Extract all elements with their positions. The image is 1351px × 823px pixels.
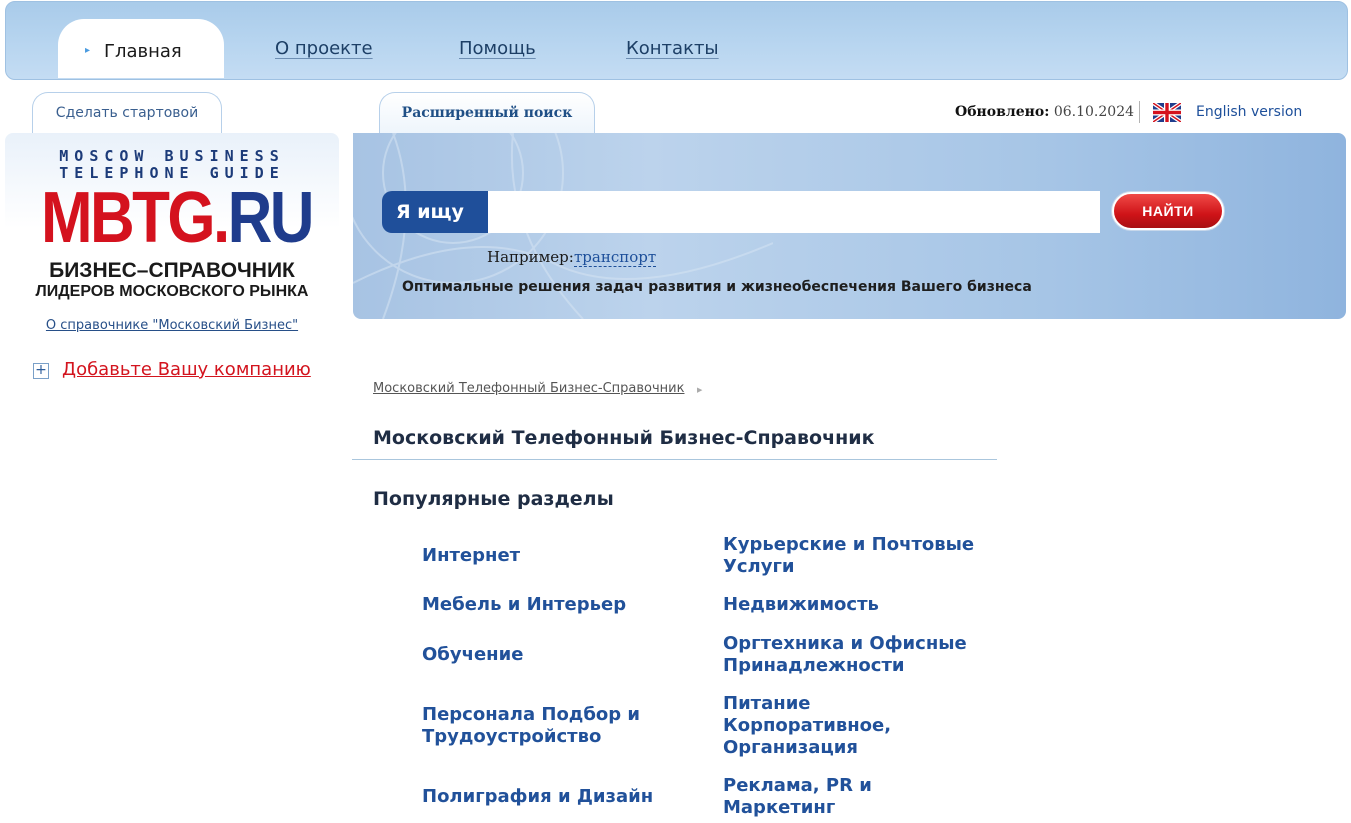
category-link[interactable]: Питание Корпоративное, Организация — [723, 693, 923, 759]
about-guide-link[interactable]: О справочнике "Московский Бизнес" — [0, 318, 344, 333]
logo-mbtg: MBTG. — [41, 178, 230, 258]
advanced-search-tab[interactable]: Расширенный поиск — [379, 92, 595, 133]
tab-contacts[interactable]: Контакты — [626, 38, 719, 59]
search-input[interactable] — [488, 191, 1100, 233]
updated-label: Обновлено: — [955, 104, 1050, 120]
bullet-icon: ▸ — [85, 45, 91, 56]
title-divider — [352, 459, 997, 460]
category-link[interactable]: Персонала Подбор и Трудоустройство — [422, 704, 682, 748]
tab-help[interactable]: Помощь — [459, 38, 536, 59]
plus-icon[interactable]: + — [33, 363, 49, 379]
example-link[interactable]: транспорт — [574, 248, 657, 267]
add-company-link[interactable]: Добавьте Вашу компанию — [62, 359, 311, 380]
logo-subtitle-2: ЛИДЕРОВ МОСКОВСКОГО РЫНКА — [35, 283, 309, 300]
category-link[interactable]: Полиграфия и Дизайн — [422, 786, 682, 808]
tagline: Оптимальные решения задач развития и жиз… — [402, 279, 1032, 295]
find-button[interactable]: НАЙТИ — [1112, 192, 1224, 230]
divider — [1139, 101, 1140, 123]
category-link[interactable]: Мебель и Интерьер — [422, 594, 682, 616]
category-link[interactable]: Курьерские и Почтовые Услуги — [723, 534, 983, 578]
make-start-page-tab[interactable]: Сделать стартовой — [32, 92, 222, 133]
updated-info: Обновлено: 06.10.2024 — [955, 104, 1134, 120]
page-title: Московский Телефонный Бизнес-Справочник — [373, 427, 875, 449]
tab-about[interactable]: О проекте — [275, 38, 373, 59]
tab-home-label: Главная — [104, 41, 182, 62]
tab-home[interactable]: ▸ Главная — [58, 19, 224, 78]
chevron-right-icon: ▶ — [697, 386, 703, 394]
popular-heading: Популярные разделы — [373, 488, 614, 510]
updated-date: 06.10.2024 — [1053, 104, 1135, 120]
category-link[interactable]: Интернет — [422, 545, 682, 567]
breadcrumb[interactable]: Московский Телефонный Бизнес-Справочник — [373, 381, 684, 396]
category-link[interactable]: Оргтехника и Офисные Принадлежности — [723, 633, 983, 677]
site-logo[interactable]: MOSCOW BUSINESS TELEPHONE GUIDE MBTG.RU … — [5, 133, 339, 345]
example-label: Например: — [487, 248, 574, 266]
uk-flag-icon[interactable] — [1153, 103, 1181, 122]
logo-wordmark: MBTG.RU — [41, 177, 315, 259]
logo-line-1: MOSCOW BUSINESS — [59, 147, 285, 165]
category-link[interactable]: Реклама, PR и Маркетинг — [723, 775, 923, 819]
logo-ru: RU — [227, 178, 315, 258]
category-link[interactable]: Недвижимость — [723, 594, 983, 616]
logo-subtitle-1: БИЗНЕС–СПРАВОЧНИК — [49, 259, 295, 282]
category-link[interactable]: Обучение — [422, 644, 682, 666]
english-version-link[interactable]: English version — [1196, 104, 1302, 120]
search-label: Я ищу — [382, 191, 488, 233]
